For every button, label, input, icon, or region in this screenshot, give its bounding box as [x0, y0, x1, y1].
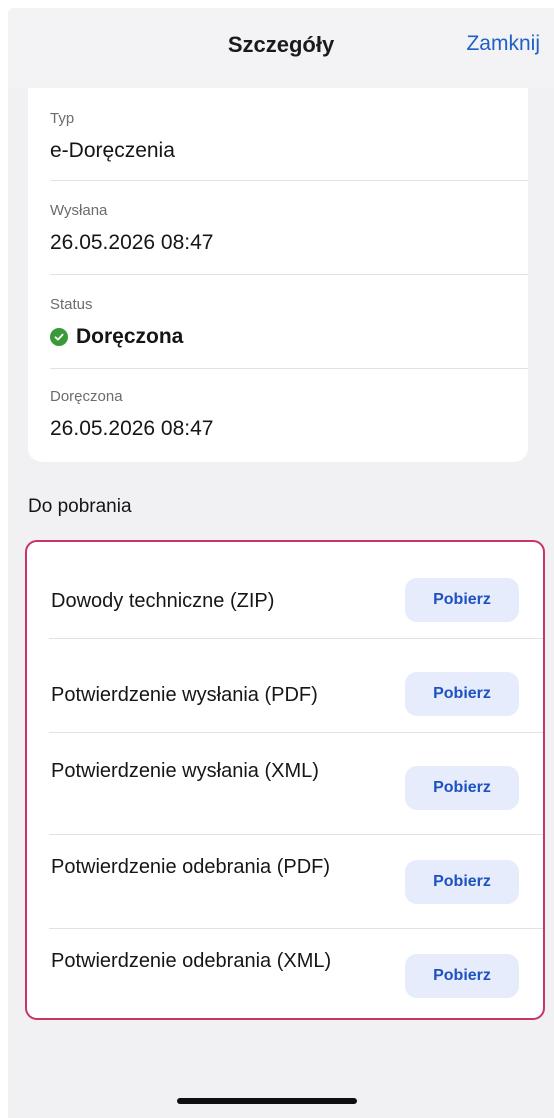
- home-indicator: [177, 1098, 357, 1104]
- download-item-name: Potwierdzenie wysłania (XML): [51, 760, 319, 782]
- download-button[interactable]: Pobierz: [405, 766, 519, 810]
- divider: [49, 928, 543, 929]
- type-row: Typ e-Doręczenia: [50, 110, 528, 164]
- check-circle-icon: [50, 328, 68, 346]
- delivered-label: Doręczona: [50, 388, 123, 405]
- delivered-value: 26.05.2026 08:47: [50, 417, 214, 440]
- close-button[interactable]: Zamknij: [466, 32, 540, 56]
- status-row: Status Doręczona: [50, 296, 528, 350]
- sent-row: Wysłana 26.05.2026 08:47: [50, 202, 528, 256]
- download-button[interactable]: Pobierz: [405, 860, 519, 904]
- download-button[interactable]: Pobierz: [405, 672, 519, 716]
- downloads-card: Dowody techniczne (ZIP) Pobierz Potwierd…: [25, 540, 545, 1020]
- divider: [50, 180, 528, 181]
- status-value: Doręczona: [50, 324, 528, 350]
- download-button[interactable]: Pobierz: [405, 954, 519, 998]
- sent-label: Wysłana: [50, 202, 108, 219]
- divider: [50, 368, 528, 369]
- sent-value: 26.05.2026 08:47: [50, 231, 214, 254]
- type-label: Typ: [50, 110, 75, 127]
- section-title: Do pobrania: [28, 496, 132, 517]
- status-label: Status: [50, 296, 93, 313]
- type-value: e-Doręczenia: [50, 139, 175, 162]
- download-item-name: Dowody techniczne (ZIP): [51, 590, 275, 612]
- download-button[interactable]: Pobierz: [405, 578, 519, 622]
- status-text: Doręczona: [76, 325, 184, 348]
- details-card: Typ e-Doręczenia Wysłana 26.05.2026 08:4…: [28, 88, 528, 462]
- download-item-name: Potwierdzenie wysłania (PDF): [51, 684, 318, 706]
- divider: [49, 638, 543, 639]
- divider: [49, 732, 543, 733]
- delivered-row: Doręczona 26.05.2026 08:47: [50, 388, 528, 442]
- details-sheet: Szczegóły Zamknij Typ e-Doręczenia Wysła…: [8, 8, 554, 1118]
- download-item-name: Potwierdzenie odebrania (PDF): [51, 856, 331, 878]
- divider: [49, 834, 543, 835]
- download-item-name: Potwierdzenie odebrania (XML): [51, 950, 332, 972]
- divider: [50, 274, 528, 275]
- navigation-bar: Szczegóły Zamknij: [8, 8, 554, 88]
